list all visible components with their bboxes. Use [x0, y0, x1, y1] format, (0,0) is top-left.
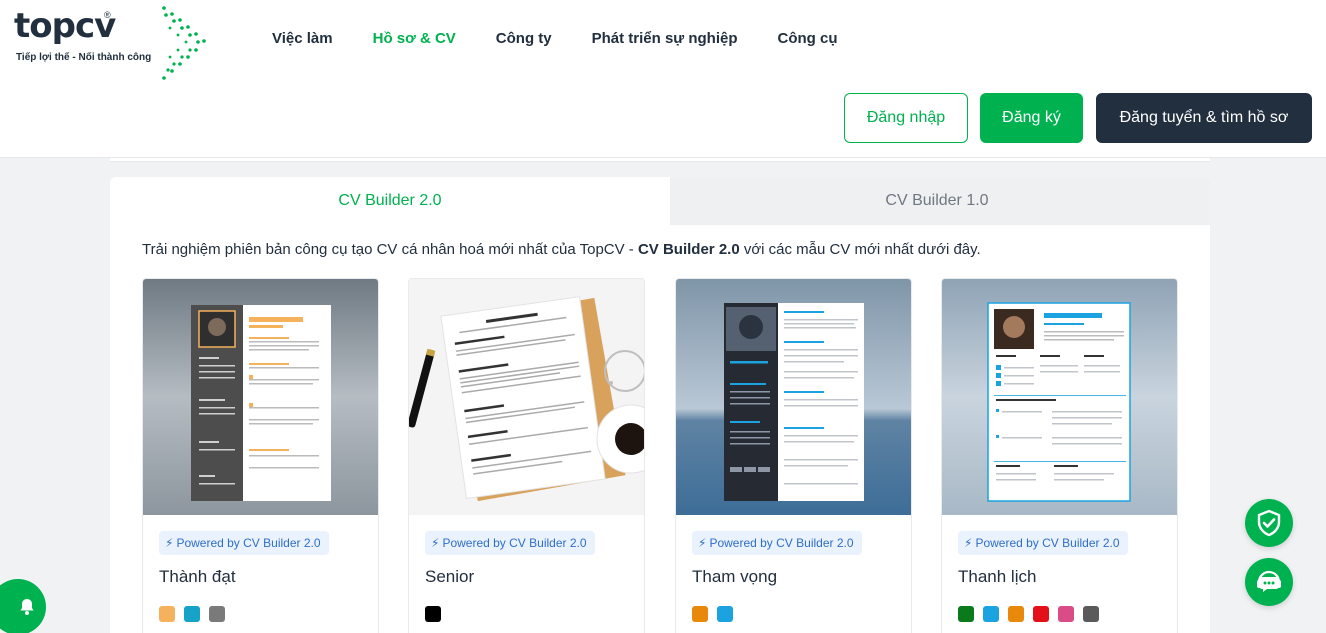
tab-cv-builder-1[interactable]: CV Builder 1.0 — [662, 177, 1210, 225]
nav-viec-lam[interactable]: Việc làm — [252, 28, 353, 49]
tab-cv-builder-2-label: CV Builder 2.0 — [338, 192, 442, 209]
cv-thumbnail — [409, 279, 644, 515]
nav-phat-trien-su-nghiep[interactable]: Phát triển sự nghiệp — [572, 28, 758, 49]
nav-ho-so-cv[interactable]: Hồ sơ & CV — [353, 28, 476, 49]
bell-icon — [20, 599, 34, 615]
color-swatches — [159, 606, 225, 622]
logo-wordmark: topcv — [14, 6, 116, 46]
cv-template-card[interactable]: ⚡ Powered by CV Builder 2.0 Thành đạt — [142, 278, 379, 633]
intro-text: Trải nghiệm phiên bản công cụ tạo CV cá … — [142, 241, 981, 258]
tab-divider — [660, 177, 670, 225]
nav-cong-cu[interactable]: Công cụ — [758, 28, 858, 49]
cv-template-card[interactable]: ⚡ Powered by CV Builder 2.0 Senior — [408, 278, 645, 633]
color-swatch[interactable] — [1083, 606, 1099, 622]
lightning-icon: ⚡ — [431, 536, 440, 550]
chat-support-icon — [1257, 570, 1281, 592]
verify-shield-button[interactable] — [1245, 499, 1293, 547]
color-swatch[interactable] — [1058, 606, 1074, 622]
color-swatch[interactable] — [1008, 606, 1024, 622]
lightning-icon: ⚡ — [698, 536, 707, 550]
powered-by-badge: ⚡ Powered by CV Builder 2.0 — [425, 531, 595, 555]
register-button[interactable]: Đăng ký — [980, 93, 1083, 143]
employer-post-button[interactable]: Đăng tuyển & tìm hồ sơ — [1096, 93, 1312, 143]
powered-by-badge: ⚡ Powered by CV Builder 2.0 — [692, 531, 862, 555]
cv-template-name: Tham vọng — [692, 567, 778, 586]
logo-tagline: Tiếp lợi thế - Nối thành công — [16, 52, 152, 63]
tab-cv-builder-1-label: CV Builder 1.0 — [885, 192, 989, 209]
powered-by-badge: ⚡ Powered by CV Builder 2.0 — [958, 531, 1128, 555]
section-top-strip — [110, 158, 1210, 162]
color-swatch[interactable] — [958, 606, 974, 622]
lightning-icon: ⚡ — [964, 536, 973, 550]
site-header: topcv ® Tiếp lợi thế - Nối thành công Vi… — [0, 0, 1326, 158]
logo-chevron-icon — [162, 6, 206, 80]
login-button[interactable]: Đăng nhập — [844, 93, 968, 143]
cv-template-card[interactable]: ⚡ Powered by CV Builder 2.0 Tham vọng — [675, 278, 912, 633]
cv-thumbnail — [676, 279, 911, 515]
color-swatch[interactable] — [184, 606, 200, 622]
color-swatches — [958, 606, 1099, 622]
cv-template-name: Thanh lịch — [958, 567, 1037, 586]
color-swatches — [425, 606, 441, 622]
color-swatch[interactable] — [983, 606, 999, 622]
color-swatches — [692, 606, 733, 622]
color-swatch[interactable] — [209, 606, 225, 622]
notification-bell-button[interactable] — [0, 579, 46, 633]
logo-registered-mark: ® — [104, 10, 111, 20]
nav-cong-ty[interactable]: Công ty — [476, 28, 572, 49]
shield-check-icon — [1257, 509, 1281, 537]
cv-template-name: Senior — [425, 567, 475, 586]
lightning-icon: ⚡ — [165, 536, 174, 550]
main-nav: Việc làm Hồ sơ & CV Công ty Phát triển s… — [252, 28, 858, 49]
cv-template-card[interactable]: ⚡ Powered by CV Builder 2.0 Thanh lịch — [941, 278, 1178, 633]
cv-thumbnail — [942, 279, 1177, 515]
chat-support-button[interactable] — [1245, 558, 1293, 606]
color-swatch[interactable] — [1033, 606, 1049, 622]
cv-template-name: Thành đạt — [159, 567, 236, 586]
powered-by-badge: ⚡ Powered by CV Builder 2.0 — [159, 531, 329, 555]
color-swatch[interactable] — [692, 606, 708, 622]
color-swatch[interactable] — [717, 606, 733, 622]
cv-thumbnail — [143, 279, 378, 515]
topcv-logo[interactable]: topcv ® Tiếp lợi thế - Nối thành công — [14, 6, 214, 80]
color-swatch[interactable] — [425, 606, 441, 622]
tab-cv-builder-2[interactable]: CV Builder 2.0 — [110, 177, 670, 225]
cv-builder-panel: CV Builder 1.0 CV Builder 2.0 Trải nghiệ… — [110, 177, 1210, 633]
color-swatch[interactable] — [159, 606, 175, 622]
